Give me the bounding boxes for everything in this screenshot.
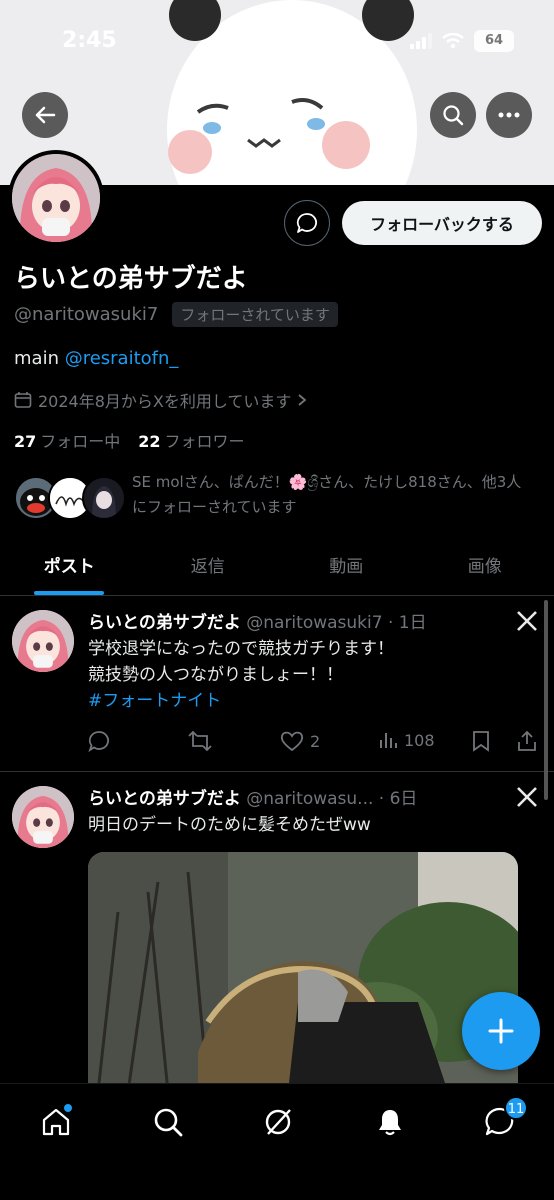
messages-badge: 11: [504, 1096, 528, 1120]
x-logo-icon: [516, 786, 538, 812]
nav-grok[interactable]: [258, 1102, 298, 1142]
following-count: 27: [14, 432, 37, 451]
profile-bio: main @resraitofn_: [14, 348, 178, 369]
wifi-icon: [442, 33, 464, 49]
compose-post-button[interactable]: [462, 992, 540, 1070]
post-meta: @naritowasu... · 6日: [240, 789, 418, 809]
share-icon: [518, 730, 536, 751]
post-author-avatar[interactable]: [12, 786, 74, 848]
tab-videos[interactable]: 動画: [277, 540, 416, 595]
nav-notifications[interactable]: [370, 1102, 410, 1142]
post-text-line: 明日のデートのために髪そめたぜww: [88, 815, 371, 835]
arrow-left-icon: [35, 106, 56, 124]
anime-girl-avatar-image: [12, 786, 74, 848]
bell-icon: [379, 1110, 401, 1136]
reply-icon: [88, 731, 109, 752]
follow-back-button[interactable]: フォローバックする: [342, 201, 542, 245]
joined-text: 2024年8月からXを利用しています: [38, 392, 292, 411]
username-handle: @naritowasuki7: [14, 304, 159, 325]
post-photo[interactable]: [88, 852, 518, 1092]
profile-avatar[interactable]: [8, 150, 104, 246]
views-button[interactable]: 108: [378, 730, 435, 750]
cellular-signal-icon: [410, 33, 432, 49]
search-icon: [154, 1108, 183, 1137]
nav-messages[interactable]: 11: [480, 1096, 528, 1142]
bottom-navigation: 11: [0, 1083, 554, 1200]
anime-girl-avatar-image: [12, 610, 74, 672]
share-button[interactable]: [516, 730, 538, 752]
following-link[interactable]: 27 フォロー中: [14, 428, 120, 452]
like-count: 2: [310, 731, 321, 751]
post-item[interactable]: らいとの弟サブだよ @naritowasuki7 · 1日 学校退学になったので…: [0, 596, 554, 772]
post-author-name[interactable]: らいとの弟サブだよ: [88, 789, 241, 809]
followed-by-text: SE molさん、ぱんだ！🌸ශ්‍රීさん、たけし818さん、他3人にフォローさ…: [132, 473, 522, 516]
post-header: らいとの弟サブだよ @naritowasuki7 · 1日: [88, 608, 427, 633]
nav-search[interactable]: [148, 1102, 188, 1142]
post-text: 明日のデートのために髪そめたぜww: [88, 812, 371, 838]
dark-character-avatar-image: [84, 478, 124, 518]
like-button[interactable]: 2: [280, 730, 320, 752]
message-button[interactable]: [284, 200, 330, 246]
heart-icon: [280, 731, 304, 752]
bookmark-icon: [473, 731, 489, 752]
tab-replies[interactable]: 返信: [139, 540, 278, 595]
post-actions: 2 108: [88, 730, 548, 754]
more-horizontal-icon: [498, 112, 520, 118]
profile-tabs: ポスト 返信 動画 画像: [0, 540, 554, 596]
post-text: 学校退学になったので競技ガチります！ 競技勢の人つながりましょー！！ #フォート…: [88, 636, 394, 714]
status-time: 2:45: [62, 28, 117, 53]
back-button[interactable]: [22, 92, 68, 138]
scrollbar[interactable]: [544, 600, 548, 800]
followers-label: フォロワー: [164, 432, 245, 451]
post-text-line: 競技勢の人つながりましょー！！: [88, 665, 343, 685]
hashtag-link[interactable]: #フォートナイト: [88, 688, 394, 714]
nav-home[interactable]: [36, 1102, 76, 1142]
post-author-avatar[interactable]: [12, 610, 74, 672]
handle-row: @naritowasuki7 フォローされています: [14, 302, 338, 327]
followed-by-section[interactable]: SE molさん、ぱんだ！🌸ශ්‍රීさん、たけし818さん、他3人にフォローさ…: [14, 468, 544, 528]
reply-button[interactable]: [88, 730, 110, 752]
post-meta: @naritowasuki7 · 1日: [240, 613, 427, 633]
status-icons: 64: [410, 30, 514, 52]
repost-button[interactable]: [188, 730, 212, 752]
post-header: らいとの弟サブだよ @naritowasu... · 6日: [88, 784, 417, 809]
plus-icon: [488, 1018, 514, 1044]
more-options-button[interactable]: [486, 92, 532, 138]
tab-posts[interactable]: ポスト: [0, 540, 139, 595]
post-text-line: 学校退学になったので競技ガチります！: [88, 639, 394, 659]
chevron-right-icon: [298, 394, 307, 406]
follower-avatar: [82, 476, 126, 520]
repost-icon: [188, 730, 212, 752]
bookmark-button[interactable]: [472, 730, 490, 752]
grok-icon: [265, 1109, 291, 1135]
post-author-name[interactable]: らいとの弟サブだよ: [88, 613, 241, 633]
follows-you-badge: フォローされています: [172, 302, 338, 327]
search-button[interactable]: [430, 92, 476, 138]
search-icon: [443, 105, 464, 126]
following-label: フォロー中: [40, 432, 121, 451]
notification-dot: [64, 1104, 72, 1112]
battery-indicator: 64: [474, 30, 514, 52]
anime-girl-avatar-image: [12, 154, 100, 242]
followed-by-avatars: [14, 476, 126, 520]
calendar-icon: [14, 392, 32, 408]
views-chart-icon: [380, 733, 397, 748]
tab-images[interactable]: 画像: [416, 540, 554, 595]
display-name: らいとの弟サブだよ: [14, 264, 248, 294]
bio-text: main: [14, 348, 65, 369]
view-count: 108: [404, 730, 435, 750]
hair-photo-image: [88, 852, 518, 1092]
followers-count: 22: [138, 432, 161, 451]
status-bar: 2:45 64: [0, 0, 554, 84]
follow-counts: 27 フォロー中 22 フォロワー: [14, 428, 245, 452]
bio-mention-link[interactable]: @resraitofn_: [65, 348, 179, 369]
followers-link[interactable]: 22 フォロワー: [138, 428, 244, 452]
x-logo-icon: [516, 610, 538, 636]
chat-bubble-icon: [296, 213, 317, 233]
joined-date[interactable]: 2024年8月からXを利用しています: [14, 388, 307, 412]
